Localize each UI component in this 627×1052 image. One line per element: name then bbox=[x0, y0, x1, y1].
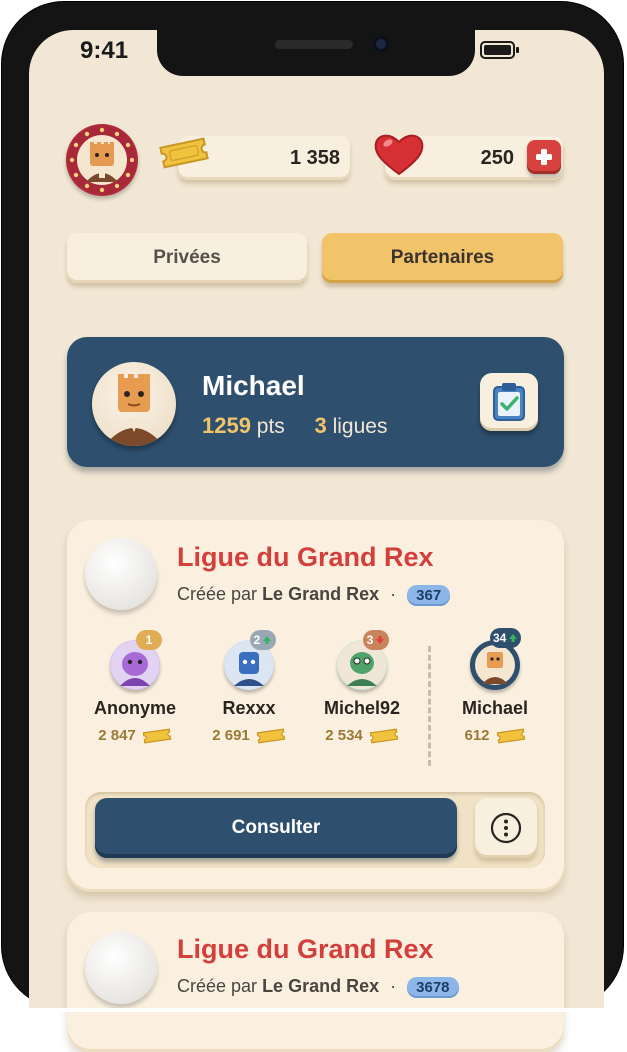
add-lives-button[interactable] bbox=[527, 140, 561, 174]
character-avatar-icon bbox=[68, 126, 136, 194]
status-time: 9:41 bbox=[80, 37, 129, 64]
rank-value: 3 bbox=[366, 633, 374, 647]
stats-clipboard-button[interactable] bbox=[480, 373, 538, 431]
league-creator-line: Créée par Le Grand Rex · 367 bbox=[177, 584, 451, 606]
ticket-icon bbox=[256, 728, 286, 743]
created-by-label: Créée par bbox=[177, 584, 258, 604]
clipboard-check-icon bbox=[493, 383, 525, 421]
league-card[interactable]: Ligue du Grand Rex Créée par Le Grand Re… bbox=[67, 912, 564, 1052]
league-title: Ligue du Grand Rex bbox=[177, 542, 434, 572]
player-score: 612 bbox=[443, 727, 547, 744]
lives-value: 250 bbox=[480, 147, 514, 169]
heart-icon bbox=[374, 134, 424, 176]
members-badge: 3678 bbox=[407, 977, 459, 998]
trend-up-icon bbox=[263, 636, 272, 644]
leaderboard-divider bbox=[428, 646, 431, 766]
player-score: 2 847 bbox=[83, 727, 187, 744]
player-avatar: 34 bbox=[470, 628, 522, 690]
ticket-icon bbox=[142, 728, 172, 743]
profile-points: 1259 bbox=[202, 413, 251, 438]
player-name: Rexxx bbox=[222, 698, 276, 718]
league-logo bbox=[85, 538, 157, 610]
trend-down-icon bbox=[376, 636, 385, 644]
user-avatar-button[interactable] bbox=[66, 124, 138, 196]
rank-badge: 2 bbox=[250, 630, 276, 650]
league-creator-line: Créée par Le Grand Rex · 3678 bbox=[177, 976, 459, 998]
ticket-icon bbox=[496, 728, 525, 743]
player-score: 2 534 bbox=[310, 727, 414, 744]
character-avatar-icon bbox=[104, 374, 164, 446]
bottom-edge bbox=[0, 1008, 627, 1012]
camera bbox=[373, 36, 389, 52]
ticket-icon bbox=[369, 728, 399, 743]
profile-avatar bbox=[92, 362, 176, 446]
player-score-value: 2 691 bbox=[212, 727, 250, 744]
player-score-value: 2 847 bbox=[98, 727, 136, 744]
more-dots-icon bbox=[490, 812, 522, 844]
tickets-value: 1 358 bbox=[289, 147, 340, 169]
league-title: Ligue du Grand Rex bbox=[177, 934, 434, 964]
rank-badge: 34 bbox=[490, 628, 522, 648]
leaderboard-player[interactable]: 2 Rexxx 2 691 bbox=[197, 630, 301, 744]
player-avatar: 3 bbox=[337, 630, 389, 690]
leaderboard-player-self[interactable]: 34 Michael 612 bbox=[443, 628, 547, 744]
leaderboard-player[interactable]: 3 Michel92 2 534 bbox=[310, 630, 414, 744]
player-avatar: 1 bbox=[110, 630, 162, 690]
player-score-value: 2 534 bbox=[325, 727, 363, 744]
profile-leagues-count: 3 bbox=[314, 413, 327, 438]
created-by-label: Créée par bbox=[177, 976, 258, 996]
player-name: Anonyme bbox=[93, 698, 176, 718]
consult-button[interactable]: Consulter bbox=[95, 798, 457, 858]
profile-name: Michael bbox=[202, 370, 305, 401]
rank-value: 2 bbox=[253, 633, 261, 647]
league-creator: Le Grand Rex bbox=[262, 584, 380, 604]
profile-leagues-unit: ligues bbox=[332, 415, 388, 438]
notch bbox=[157, 30, 475, 76]
league-card[interactable]: Ligue du Grand Rex Créée par Le Grand Re… bbox=[67, 520, 564, 892]
league-logo bbox=[85, 932, 157, 1004]
profile-stats: 1259 pts 3 ligues bbox=[202, 413, 387, 439]
speaker bbox=[275, 40, 353, 49]
battery-icon bbox=[480, 41, 519, 59]
separator-dot: · bbox=[390, 584, 397, 604]
ticket-icon bbox=[159, 137, 209, 169]
profile-card[interactable]: Michael 1259 pts 3 ligues bbox=[67, 337, 564, 467]
rank-value: 34 bbox=[493, 631, 507, 645]
members-badge: 367 bbox=[407, 585, 451, 606]
rank-badge: 3 bbox=[363, 630, 389, 650]
more-options-button[interactable] bbox=[475, 798, 537, 858]
league-creator: Le Grand Rex bbox=[262, 976, 380, 996]
player-score: 2 691 bbox=[197, 727, 301, 744]
player-avatar: 2 bbox=[224, 630, 276, 690]
player-score-value: 612 bbox=[464, 727, 490, 744]
rank-badge: 1 bbox=[136, 630, 162, 650]
leaderboard-player[interactable]: 1 Anonyme 2 847 bbox=[83, 630, 187, 744]
tab-partenaires[interactable]: Partenaires bbox=[322, 233, 563, 283]
tab-privees[interactable]: Privées bbox=[67, 233, 307, 283]
plus-icon bbox=[536, 149, 552, 165]
player-name: Michael bbox=[461, 698, 529, 718]
trend-up-icon bbox=[509, 634, 518, 642]
separator-dot: · bbox=[390, 976, 397, 996]
player-name: Michel92 bbox=[323, 698, 401, 718]
profile-points-unit: pts bbox=[256, 415, 285, 438]
